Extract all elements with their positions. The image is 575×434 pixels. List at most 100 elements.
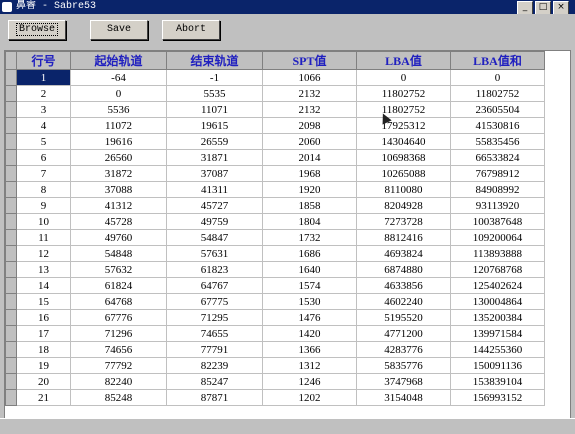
table-cell[interactable]: 2132: [262, 85, 357, 102]
table-cell[interactable]: 130004864: [450, 293, 545, 310]
table-cell[interactable]: 4283776: [356, 341, 451, 358]
table-cell[interactable]: 8812416: [356, 229, 451, 246]
table-cell[interactable]: 67775: [166, 293, 263, 310]
row-selector[interactable]: [5, 277, 17, 294]
table-cell[interactable]: 156993152: [450, 389, 545, 406]
table-cell[interactable]: 1202: [262, 389, 357, 406]
table-cell[interactable]: 3154048: [356, 389, 451, 406]
table-cell[interactable]: 54847: [166, 229, 263, 246]
table-cell[interactable]: 61824: [70, 277, 167, 294]
table-cell[interactable]: 31871: [166, 149, 263, 166]
table-cell[interactable]: 4602240: [356, 293, 451, 310]
table-row[interactable]: 15 64768 67775 1530 4602240 130004864: [5, 293, 545, 310]
table-cell[interactable]: 113893888: [450, 245, 545, 262]
table-row[interactable]: 9 41312 45727 1858 8204928 93113920: [5, 197, 545, 214]
table-row[interactable]: 1 -64 -1 1066 0 0: [5, 69, 545, 86]
table-row[interactable]: 17 71296 74655 1420 4771200 139971584: [5, 325, 545, 342]
table-row[interactable]: 19 77792 82239 1312 5835776 150091136: [5, 357, 545, 374]
table-cell[interactable]: 2: [16, 85, 71, 102]
table-cell[interactable]: 77792: [70, 357, 167, 374]
table-cell[interactable]: 54848: [70, 245, 167, 262]
table-cell[interactable]: 17925312: [356, 117, 451, 134]
row-selector[interactable]: [5, 229, 17, 246]
table-row[interactable]: 10 45728 49759 1804 7273728 100387648: [5, 213, 545, 230]
column-header[interactable]: 结束轨道: [166, 51, 263, 70]
table-cell[interactable]: 66533824: [450, 149, 545, 166]
table-cell[interactable]: 135200384: [450, 309, 545, 326]
table-cell[interactable]: 1804: [262, 213, 357, 230]
table-cell[interactable]: 13: [16, 261, 71, 278]
table-cell[interactable]: 5195520: [356, 309, 451, 326]
table-cell[interactable]: 1366: [262, 341, 357, 358]
table-cell[interactable]: 6: [16, 149, 71, 166]
table-cell[interactable]: 8: [16, 181, 71, 198]
table-cell[interactable]: 41311: [166, 181, 263, 198]
table-cell[interactable]: 14304640: [356, 133, 451, 150]
table-cell[interactable]: 4693824: [356, 245, 451, 262]
table-cell[interactable]: 8110080: [356, 181, 451, 198]
row-selector[interactable]: [5, 165, 17, 182]
table-cell[interactable]: 82240: [70, 373, 167, 390]
table-cell[interactable]: 10: [16, 213, 71, 230]
table-cell[interactable]: 1420: [262, 325, 357, 342]
row-selector[interactable]: [5, 101, 17, 118]
row-selector[interactable]: [5, 85, 17, 102]
table-cell[interactable]: 19: [16, 357, 71, 374]
table-cell[interactable]: 125402624: [450, 277, 545, 294]
table-cell[interactable]: 76798912: [450, 165, 545, 182]
table-cell[interactable]: 11802752: [450, 85, 545, 102]
table-cell[interactable]: 11: [16, 229, 71, 246]
table-row[interactable]: 8 37088 41311 1920 8110080 84908992: [5, 181, 545, 198]
table-row[interactable]: 14 61824 64767 1574 4633856 125402624: [5, 277, 545, 294]
table-cell[interactable]: 17: [16, 325, 71, 342]
table-row[interactable]: 13 57632 61823 1640 6874880 120768768: [5, 261, 545, 278]
row-selector[interactable]: [5, 149, 17, 166]
table-cell[interactable]: 26560: [70, 149, 167, 166]
minimize-icon[interactable]: _: [517, 1, 533, 15]
table-cell[interactable]: 5: [16, 133, 71, 150]
table-row[interactable]: 2 0 5535 2132 11802752 11802752: [5, 85, 545, 102]
table-cell[interactable]: 100387648: [450, 213, 545, 230]
table-cell[interactable]: 57632: [70, 261, 167, 278]
table-cell[interactable]: 1640: [262, 261, 357, 278]
table-cell[interactable]: 10265088: [356, 165, 451, 182]
table-cell[interactable]: 18: [16, 341, 71, 358]
table-cell[interactable]: 4: [16, 117, 71, 134]
table-cell[interactable]: 1686: [262, 245, 357, 262]
row-selector[interactable]: [5, 293, 17, 310]
table-cell[interactable]: 2098: [262, 117, 357, 134]
table-cell[interactable]: 85247: [166, 373, 263, 390]
table-cell[interactable]: 14: [16, 277, 71, 294]
table-cell[interactable]: 1476: [262, 309, 357, 326]
row-selector[interactable]: [5, 325, 17, 342]
table-cell[interactable]: 16: [16, 309, 71, 326]
data-grid[interactable]: 行号 起始轨道 结束轨道 SPT值 LBA值 LBA值和 1 -64 -1 1066 0…: [4, 50, 571, 420]
table-cell[interactable]: 23605504: [450, 101, 545, 118]
table-cell[interactable]: 11802752: [356, 85, 451, 102]
table-cell[interactable]: -1: [166, 69, 263, 86]
table-cell[interactable]: 2060: [262, 133, 357, 150]
row-selector[interactable]: [5, 213, 17, 230]
table-cell[interactable]: 31872: [70, 165, 167, 182]
table-row[interactable]: 7 31872 37087 1968 10265088 76798912: [5, 165, 545, 182]
save-button[interactable]: Save: [90, 20, 148, 40]
row-selector[interactable]: [5, 261, 17, 278]
table-cell[interactable]: 19616: [70, 133, 167, 150]
table-cell[interactable]: 87871: [166, 389, 263, 406]
table-cell[interactable]: 153839104: [450, 373, 545, 390]
row-selector[interactable]: [5, 357, 17, 374]
table-cell[interactable]: 150091136: [450, 357, 545, 374]
table-cell[interactable]: 74655: [166, 325, 263, 342]
table-cell[interactable]: 41530816: [450, 117, 545, 134]
table-cell[interactable]: 1: [16, 69, 71, 86]
table-cell[interactable]: 0: [450, 69, 545, 86]
table-cell[interactable]: 2132: [262, 101, 357, 118]
maximize-icon[interactable]: □: [535, 1, 551, 15]
table-cell[interactable]: 120768768: [450, 261, 545, 278]
table-row[interactable]: 6 26560 31871 2014 10698368 66533824: [5, 149, 545, 166]
table-cell[interactable]: 85248: [70, 389, 167, 406]
table-cell[interactable]: 21: [16, 389, 71, 406]
table-cell[interactable]: 82239: [166, 357, 263, 374]
table-cell[interactable]: 1530: [262, 293, 357, 310]
table-cell[interactable]: 9: [16, 197, 71, 214]
